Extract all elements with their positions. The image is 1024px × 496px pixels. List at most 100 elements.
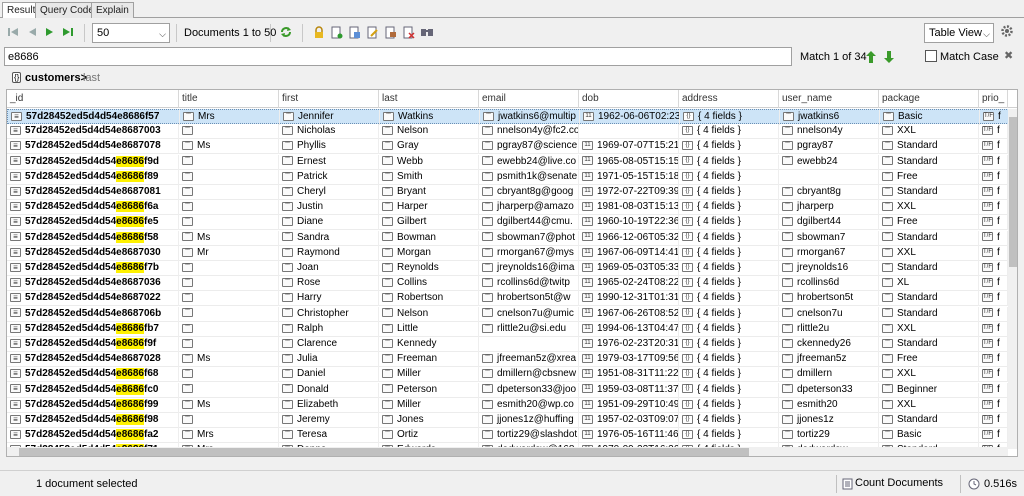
cell-address[interactable]: {} { 4 fields } [679,367,779,383]
cell-id[interactable]: ≡ 57d28452ed5d4d54e8686f99 [7,397,179,413]
gear-icon[interactable] [1000,24,1014,38]
find-icon[interactable] [420,25,434,39]
cell-user-name[interactable]: "" tortiz29 [779,428,879,444]
cell-id[interactable]: ≡ 57d28452ed5d4d54e8686fb7 [7,321,179,337]
cell-last[interactable]: "" Harper [379,200,479,216]
cell-title[interactable]: "" [179,169,279,185]
cell-user-name[interactable]: "" jwatkins6 [780,110,880,125]
column-header-user-name[interactable]: user_name [779,90,879,108]
cell-last[interactable]: "" Reynolds [379,261,479,276]
cell-user-name[interactable]: "" rlittle2u [779,321,879,337]
cell-address[interactable]: {} { 4 fields } [679,124,779,140]
cell-user-name[interactable]: "" cbryant8g [779,185,879,200]
edit-document-icon[interactable] [366,25,380,39]
cell-last[interactable]: "" Nelson [379,306,479,322]
cell-email[interactable]: "" jreynolds16@ima [479,261,579,276]
cell-prio[interactable]: T/F f [979,261,1008,276]
cell-user-name[interactable]: "" jfreeman5z [779,352,879,368]
cell-email[interactable]: "" pgray87@science [479,139,579,155]
cell-email[interactable]: "" hrobertson5t@w [479,291,579,307]
column-header-email[interactable]: email [479,90,579,108]
table-row[interactable]: ≡ 57d28452ed5d4d54e8687078 "" Ms "" Phyllis ""… [7,139,1017,155]
cell-address[interactable]: {} { 4 fields } [679,276,779,292]
cell-address[interactable]: {} { 4 fields } [679,413,779,428]
cell-prio[interactable]: T/F f [979,291,1008,307]
cell-email[interactable]: "" esmith20@wp.co [479,397,579,413]
first-page-icon[interactable] [6,25,20,39]
cell-package[interactable]: "" Standard [879,261,979,276]
cell-id[interactable]: ≡ 57d28452ed5d4d54e8687036 [7,276,179,292]
column-header-first[interactable]: first [279,90,379,108]
cell-last[interactable]: "" Gilbert [379,215,479,231]
cell-prio[interactable]: T/F f [979,200,1008,216]
cell-package[interactable]: "" Standard [879,413,979,428]
copy-document-icon[interactable] [348,25,362,39]
cell-first[interactable]: "" Joan [279,261,379,276]
cell-dob[interactable]: 11 1979-03-17T09:56 [579,352,679,368]
table-row[interactable]: ≡ 57d28452ed5d4d54e8686f9d "" "" Ernest "" Web… [7,154,1017,170]
cell-prio[interactable]: T/F f [979,337,1008,352]
table-row[interactable]: ≡ 57d28452ed5d4d54e8687036 "" "" Rose "" Colli… [7,276,1017,292]
cell-package[interactable]: "" Free [879,215,979,231]
lock-icon[interactable] [312,25,326,39]
cell-package[interactable]: "" Basic [879,428,979,444]
cell-address[interactable]: {} { 4 fields } [679,215,779,231]
cell-last[interactable]: "" Miller [379,397,479,413]
cell-address[interactable]: {} { 4 fields } [679,291,779,307]
cell-user-name[interactable]: "" ckennedy26 [779,337,879,352]
cell-email[interactable]: "" jfreeman5z@xrea [479,352,579,368]
table-row[interactable]: ≡ 57d28452ed5d4d54e8686f68 "" "" Daniel "" Mil… [7,367,1017,383]
cell-user-name[interactable]: "" rcollins6d [779,276,879,292]
table-row[interactable]: ≡ 57d28452ed5d4d54e8686f98 "" "" Jeremy "" Jon… [7,413,1017,428]
cell-first[interactable]: "" Ralph [279,321,379,337]
cell-package[interactable]: "" XXL [879,124,979,140]
cell-title[interactable]: "" Ms [179,352,279,368]
cell-first[interactable]: "" Raymond [279,245,379,261]
cell-prio[interactable]: T/F f [979,306,1008,322]
cell-dob[interactable]: 11 1959-03-08T11:37 [579,382,679,398]
table-row[interactable]: ≡ 57d28452ed5d4d54e8686fb7 "" "" Ralph "" Litt… [7,321,1017,337]
cell-email[interactable]: "" psmith1k@senate [479,169,579,185]
column-header-prio[interactable]: prio_ [979,90,1008,108]
cell-id[interactable]: ≡ 57d28452ed5d4d54e8686f98 [7,413,179,428]
cell-package[interactable]: "" Beginner [879,382,979,398]
cell-first[interactable]: "" Elizabeth [279,397,379,413]
search-input[interactable] [4,47,792,66]
cell-dob[interactable] [579,124,679,140]
cell-dob[interactable]: 11 1969-05-03T05:33 [579,261,679,276]
table-row[interactable]: ≡ 57d28452ed5d4d54e8687081 "" "" Cheryl "" Bry… [7,185,1017,200]
cell-first[interactable]: "" Diane [279,215,379,231]
cell-title[interactable]: "" Mrs [180,110,280,125]
cell-title[interactable]: "" [179,200,279,216]
cell-package[interactable]: "" Free [879,352,979,368]
cell-last[interactable]: "" Robertson [379,291,479,307]
cell-prio[interactable]: T/F f [979,352,1008,368]
cell-dob[interactable]: 11 1972-07-22T09:39 [579,185,679,200]
cell-email[interactable]: "" rcollins6d@twitp [479,276,579,292]
cell-last[interactable]: "" Miller [379,367,479,383]
cell-id[interactable]: ≡ 57d28452ed5d4d54e8686f7b [7,261,179,276]
cell-email[interactable]: "" jjones1z@huffing [479,413,579,428]
cell-id[interactable]: ≡ 57d28452ed5d4d54e8687081 [7,185,179,200]
cell-package[interactable]: "" XL [879,276,979,292]
view-mode-select[interactable]: Table View ⌵ [924,23,994,43]
cell-last[interactable]: "" Morgan [379,245,479,261]
tab-query-code[interactable]: Query Code [35,2,99,18]
cell-prio[interactable]: T/F f [979,169,1008,185]
cell-title[interactable]: "" [179,367,279,383]
cell-title[interactable]: "" [179,261,279,276]
cell-id[interactable]: ≡ 57d28452ed5d4d54e8686f9d [7,154,179,170]
cell-id[interactable]: ≡ 57d28452ed5d4d54e8686fe5 [7,215,179,231]
cell-id[interactable]: ≡ 57d28452ed5d4d54e8686f57 [8,110,180,125]
cell-user-name[interactable] [779,169,879,185]
scrollbar-thumb[interactable] [1009,117,1017,267]
cell-address[interactable]: {} { 4 fields } [679,200,779,216]
cell-user-name[interactable]: "" cnelson7u [779,306,879,322]
cell-email[interactable]: "" dmillern@cbsnew [479,367,579,383]
cell-first[interactable]: "" Ernest [279,154,379,170]
cell-dob[interactable]: 11 1960-10-19T22:36 [579,215,679,231]
cell-prio[interactable]: T/F f [979,139,1008,155]
cell-user-name[interactable]: "" jharperp [779,200,879,216]
cell-user-name[interactable]: "" hrobertson5t [779,291,879,307]
cell-last[interactable]: "" Kennedy [379,337,479,352]
